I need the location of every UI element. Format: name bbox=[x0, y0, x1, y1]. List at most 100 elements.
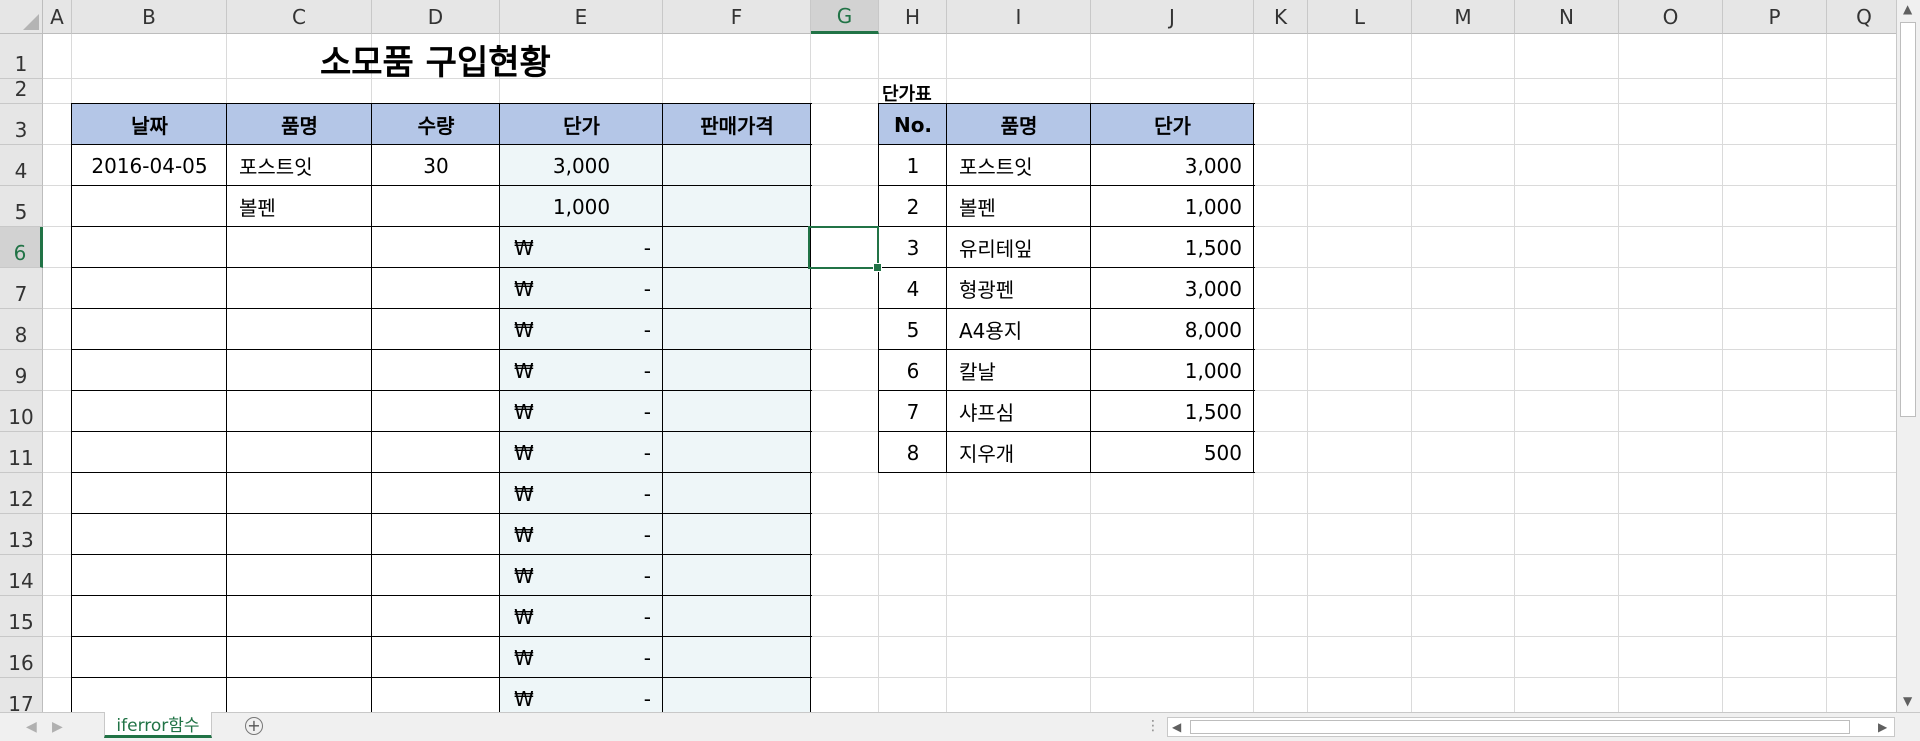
sale-price-cell[interactable] bbox=[663, 350, 811, 391]
price-list-no-cell[interactable]: 5 bbox=[879, 309, 947, 350]
column-header-k[interactable]: K bbox=[1254, 0, 1308, 34]
row-header-2[interactable]: 2 bbox=[0, 77, 43, 104]
row-header-4[interactable]: 4 bbox=[0, 145, 43, 186]
row-header-11[interactable]: 11 bbox=[0, 432, 43, 473]
add-sheet-button[interactable]: + bbox=[245, 717, 263, 735]
prev-sheet-arrow-icon[interactable]: ◀ bbox=[26, 719, 37, 735]
horizontal-scrollbar[interactable]: ◀ ▶ bbox=[1167, 717, 1895, 737]
row-header-16[interactable]: 16 bbox=[0, 637, 43, 678]
column-header-m[interactable]: M bbox=[1412, 0, 1515, 34]
qty-cell[interactable]: 30 bbox=[372, 145, 500, 186]
table-border-h bbox=[72, 677, 812, 678]
vertical-scroll-thumb[interactable] bbox=[1900, 22, 1916, 417]
price-list-price-cell[interactable]: 1,000 bbox=[1091, 186, 1254, 227]
price-list-item-cell[interactable]: 포스트잇 bbox=[947, 145, 1091, 186]
sale-price-cell[interactable] bbox=[663, 268, 811, 309]
price-list-no-cell[interactable]: 4 bbox=[879, 268, 947, 309]
row-header-15[interactable]: 15 bbox=[0, 596, 43, 637]
table-border-h bbox=[72, 431, 812, 432]
price-list-price-cell[interactable]: 1,500 bbox=[1091, 391, 1254, 432]
price-list-item-cell[interactable]: 샤프심 bbox=[947, 391, 1091, 432]
price-cell: ₩ - bbox=[500, 227, 663, 268]
tab-split-handle-icon[interactable]: ⋮ bbox=[1146, 718, 1160, 734]
column-header-p[interactable]: P bbox=[1723, 0, 1827, 34]
sale-price-cell[interactable] bbox=[663, 227, 811, 268]
price-list-price-cell[interactable]: 1,000 bbox=[1091, 350, 1254, 391]
sale-price-cell[interactable] bbox=[663, 637, 811, 678]
column-header-o[interactable]: O bbox=[1619, 0, 1723, 34]
sheet-tab-iferror[interactable]: iferror함수 bbox=[104, 712, 212, 738]
column-header-d[interactable]: D bbox=[372, 0, 500, 34]
column-header-n[interactable]: N bbox=[1515, 0, 1619, 34]
sale-price-cell[interactable] bbox=[663, 391, 811, 432]
item-cell[interactable]: 볼펜 bbox=[227, 186, 372, 227]
price-list-item-cell[interactable]: 지우개 bbox=[947, 432, 1091, 473]
next-sheet-arrow-icon[interactable]: ▶ bbox=[52, 719, 63, 735]
date-cell[interactable]: 2016-04-05 bbox=[72, 145, 227, 186]
column-header-c[interactable]: C bbox=[227, 0, 372, 34]
column-header-b[interactable]: B bbox=[72, 0, 227, 34]
select-all-corner[interactable] bbox=[0, 0, 43, 34]
sale-price-cell[interactable] bbox=[663, 432, 811, 473]
price-list-no-cell[interactable]: 2 bbox=[879, 186, 947, 227]
row-header-6[interactable]: 6 bbox=[0, 227, 43, 268]
row-header-12[interactable]: 12 bbox=[0, 473, 43, 514]
sale-price-cell[interactable] bbox=[663, 186, 811, 227]
date-cell[interactable] bbox=[72, 186, 227, 227]
price-list-price-cell[interactable]: 3,000 bbox=[1091, 145, 1254, 186]
column-header-h[interactable]: H bbox=[879, 0, 947, 34]
price-list-no-cell[interactable]: 8 bbox=[879, 432, 947, 473]
column-header-e[interactable]: E bbox=[500, 0, 663, 34]
horizontal-scroll-thumb[interactable] bbox=[1190, 720, 1850, 734]
qty-cell[interactable] bbox=[372, 186, 500, 227]
row-header-7[interactable]: 7 bbox=[0, 268, 43, 309]
sale-price-cell[interactable] bbox=[663, 596, 811, 637]
grid-vline bbox=[1514, 34, 1515, 712]
sale-price-cell[interactable] bbox=[663, 473, 811, 514]
row-header-5[interactable]: 5 bbox=[0, 186, 43, 227]
price-list-no-cell[interactable]: 7 bbox=[879, 391, 947, 432]
row-header-14[interactable]: 14 bbox=[0, 555, 43, 596]
row-header-13[interactable]: 13 bbox=[0, 514, 43, 555]
price-list-no-cell[interactable]: 6 bbox=[879, 350, 947, 391]
row-header-8[interactable]: 8 bbox=[0, 309, 43, 350]
price-list-price-cell[interactable]: 8,000 bbox=[1091, 309, 1254, 350]
price-list-item-cell[interactable]: A4용지 bbox=[947, 309, 1091, 350]
scroll-up-arrow-icon[interactable]: ▲ bbox=[1903, 2, 1912, 16]
column-header-f[interactable]: F bbox=[663, 0, 811, 34]
price-list-item-cell[interactable]: 칼날 bbox=[947, 350, 1091, 391]
empty-value-dash: - bbox=[643, 235, 651, 260]
scroll-left-arrow-icon[interactable]: ◀ bbox=[1172, 720, 1181, 734]
scroll-right-arrow-icon[interactable]: ▶ bbox=[1878, 720, 1887, 734]
column-header-a[interactable]: A bbox=[43, 0, 72, 34]
row-header-9[interactable]: 9 bbox=[0, 350, 43, 391]
price-list-no-cell[interactable]: 3 bbox=[879, 227, 947, 268]
table-border-h bbox=[72, 103, 812, 104]
column-header-i[interactable]: I bbox=[947, 0, 1091, 34]
spreadsheet-grid[interactable]: ABCDEFGHIJKLMNOPQ 1 2 3 4 5 6 7 8 9 10 11 12 13 14 15 1… bbox=[0, 0, 1920, 741]
column-header-q[interactable]: Q bbox=[1827, 0, 1902, 34]
price-list-price-cell[interactable]: 500 bbox=[1091, 432, 1254, 473]
item-cell[interactable]: 포스트잇 bbox=[227, 145, 372, 186]
row-header-3[interactable]: 3 bbox=[0, 104, 43, 145]
price-list-no-cell[interactable]: 1 bbox=[879, 145, 947, 186]
sale-price-cell[interactable] bbox=[663, 555, 811, 596]
price-list-item-cell[interactable]: 유리테잎 bbox=[947, 227, 1091, 268]
sale-price-cell[interactable] bbox=[663, 145, 811, 186]
grid-vline bbox=[1826, 34, 1827, 712]
empty-value-dash: - bbox=[643, 522, 651, 547]
price-list-item-cell[interactable]: 볼펜 bbox=[947, 186, 1091, 227]
sale-price-cell[interactable] bbox=[663, 309, 811, 350]
column-header-g[interactable]: G bbox=[811, 0, 879, 34]
active-cell-selection[interactable] bbox=[808, 226, 882, 272]
price-list-price-cell[interactable]: 3,000 bbox=[1091, 268, 1254, 309]
scroll-down-arrow-icon[interactable]: ▼ bbox=[1903, 694, 1912, 708]
price-list-item-cell[interactable]: 형광펜 bbox=[947, 268, 1091, 309]
vertical-scrollbar[interactable]: ▲ ▼ bbox=[1896, 0, 1920, 712]
row-header-10[interactable]: 10 bbox=[0, 391, 43, 432]
price-list-price-cell[interactable]: 1,500 bbox=[1091, 227, 1254, 268]
sale-price-cell[interactable] bbox=[663, 514, 811, 555]
column-header-j[interactable]: J bbox=[1091, 0, 1254, 34]
row-header-1[interactable]: 1 bbox=[0, 34, 43, 79]
column-header-l[interactable]: L bbox=[1308, 0, 1412, 34]
